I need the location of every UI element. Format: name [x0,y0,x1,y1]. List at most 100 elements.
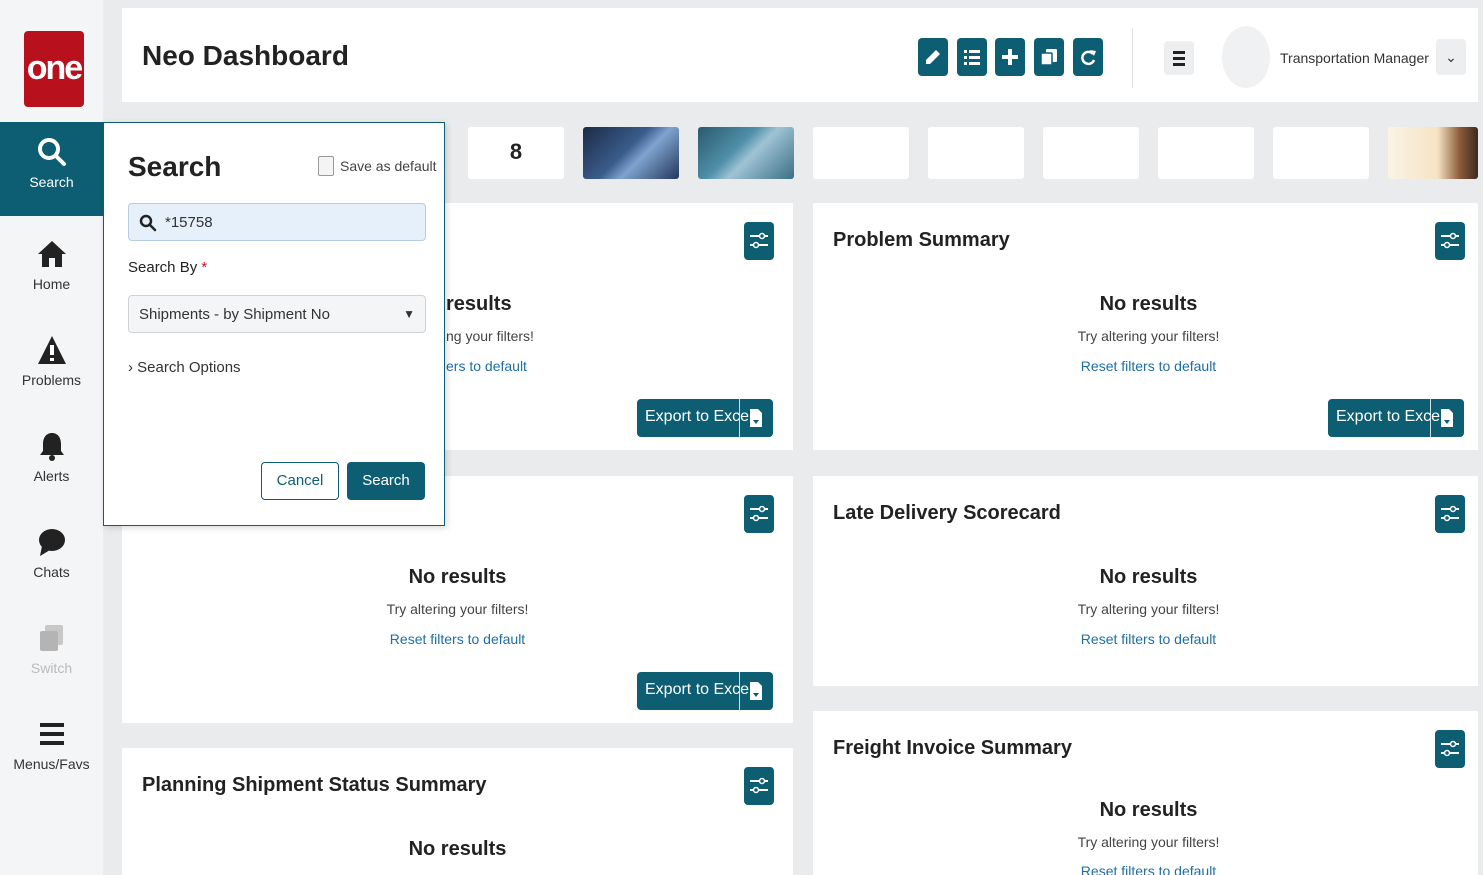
search-by-text: Search By [128,259,198,276]
list-icon [964,50,980,65]
card-settings-button[interactable] [1435,730,1465,768]
nav-item-label: Chats [33,564,70,580]
button-divider [739,399,740,437]
nav-item-label: Home [32,276,71,292]
no-results-text: No results [1099,566,1198,588]
user-menu-button[interactable]: ⌄ [1436,39,1466,75]
cancel-button[interactable]: Cancel [261,462,339,500]
one-logo[interactable]: one [24,31,84,107]
search-by-value: Shipments - by Shipment No [139,306,330,323]
nav-item-label: Problems [21,372,82,388]
bell-icon [39,433,64,461]
nav-item-home[interactable]: Home [0,224,103,316]
home-icon [37,241,66,267]
freight-invoice-card: Freight Invoice Summary No results Try a… [813,711,1478,875]
save-default-label: Save as default [340,158,437,174]
no-results-text: No results [1099,799,1198,821]
no-results-text: results [446,293,512,315]
user-avatar[interactable] [1222,26,1270,88]
sliders-icon [1441,232,1459,249]
button-divider [1430,399,1431,437]
search-options-toggle[interactable]: › Search Options [128,359,241,376]
try-altering-text: Try altering your filters! [1077,601,1220,617]
nav-item-label: Menus/Favs [13,756,90,772]
nav-item-chats[interactable]: Chats [0,512,103,604]
empty-tile[interactable] [813,127,909,179]
nav-item-menus-favs[interactable]: Menus/Favs [0,704,103,796]
try-altering-text: Try altering your filters! [386,601,529,617]
card-title: Late Delivery Scorecard [833,502,1061,524]
add-button[interactable] [995,38,1025,76]
hamburger-icon [1173,51,1185,66]
search-options-label: Search Options [137,359,241,376]
switch-icon [39,625,63,651]
nav-item-alerts[interactable]: Alerts [0,416,103,508]
card-settings-button[interactable] [744,767,774,805]
edit-icon [926,50,940,64]
header-divider [1132,28,1133,88]
nav-item-label: Switch [30,660,73,676]
empty-tile[interactable] [1043,127,1139,179]
copy-icon [1040,49,1057,66]
try-altering-text: ng your filters! [446,328,534,344]
reset-filters-link[interactable]: Reset filters to default [813,358,1483,374]
empty-tile[interactable] [1273,127,1369,179]
search-button[interactable]: Search [347,462,425,500]
search-panel: Search Save as default *15758 Search By … [103,122,445,526]
empty-tile[interactable] [928,127,1024,179]
reset-filters-link[interactable]: ers to default [446,358,527,374]
chevron-down-icon: ▼ [403,307,415,321]
chevron-right-icon: › [128,359,133,376]
save-default-checkbox[interactable] [318,156,334,176]
nav-item-label: Search [29,174,74,190]
problem-summary-card: Problem Summary No results Try altering … [813,203,1478,450]
export-excel-button[interactable]: Export to Excel [1328,399,1464,437]
search-input[interactable]: *15758 [128,203,426,241]
required-mark: * [201,259,208,276]
try-altering-text: Try altering your filters! [1077,834,1220,850]
menu-icon [39,723,64,745]
search-input-value: *15758 [165,214,213,231]
image-tile[interactable] [698,127,794,179]
sliders-icon [750,777,768,794]
edit-button[interactable] [918,38,948,76]
user-role: Transportation Manager [1280,50,1429,66]
search-icon [139,214,157,232]
reset-filters-link[interactable]: Reset filters to default [813,631,1483,647]
warning-icon [37,336,66,364]
search-panel-title: Search [128,151,222,182]
card-settings-button[interactable] [744,495,774,533]
export-label: Export to Excel [645,408,753,425]
image-tile[interactable] [1388,127,1478,179]
tile-count: 8 [509,139,523,164]
export-excel-button[interactable]: Export to Excel [637,672,773,710]
file-download-icon [750,682,762,700]
reset-filters-link[interactable]: Reset filters to default [122,631,793,647]
chat-icon [38,529,65,556]
planning-shipment-card: Planning Shipment Status Summary No resu… [122,748,793,875]
file-download-icon [750,409,762,427]
card-settings-button[interactable] [1435,495,1465,533]
card-settings-button[interactable] [744,222,774,260]
left-navigation: one Search Home Problems Alerts Chats Sw… [0,0,103,875]
sliders-icon [1441,740,1459,757]
card-title: Planning Shipment Status Summary [142,774,487,796]
empty-tile[interactable] [1158,127,1254,179]
card-settings-button[interactable] [1435,222,1465,260]
late-delivery-card: Late Delivery Scorecard No results Try a… [813,476,1478,686]
refresh-button[interactable] [1073,38,1103,76]
count-tile[interactable]: 8 [468,127,564,179]
try-altering-text: Try altering your filters! [1077,328,1220,344]
no-results-text: No results [1099,293,1198,315]
search-by-select[interactable]: Shipments - by Shipment No ▼ [128,295,426,333]
list-button[interactable] [957,38,987,76]
reset-filters-link[interactable]: Reset filters to default [813,863,1478,875]
hamburger-button[interactable] [1164,41,1194,75]
image-tile[interactable] [583,127,679,179]
export-excel-button[interactable]: Export to Excel [637,399,773,437]
nav-item-search[interactable]: Search [0,122,103,216]
file-download-icon [1441,409,1453,427]
copy-button[interactable] [1034,38,1064,76]
search-icon [37,138,66,166]
nav-item-problems[interactable]: Problems [0,320,103,412]
